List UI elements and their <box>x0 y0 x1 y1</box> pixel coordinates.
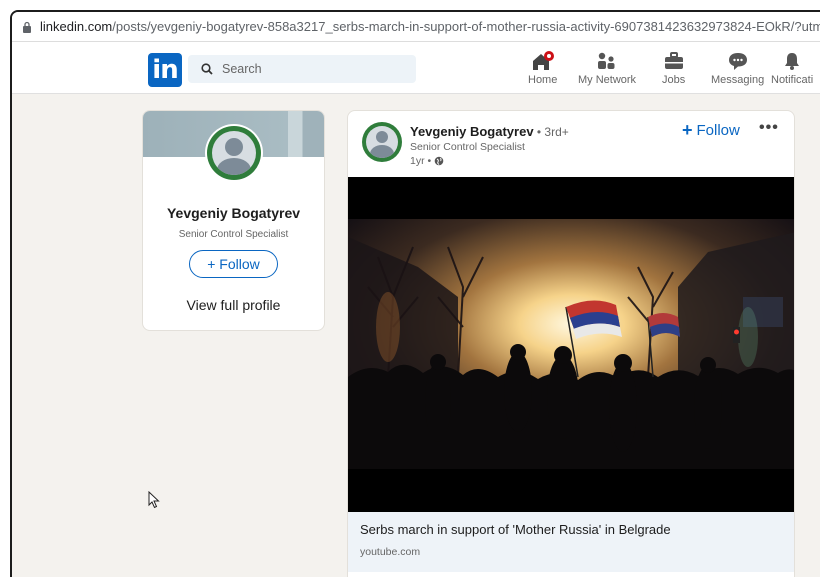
nav-home[interactable]: Home <box>528 50 557 90</box>
mouse-cursor-icon <box>148 491 160 509</box>
post-author-avatar[interactable] <box>362 122 402 162</box>
post-timestamp: 1yr • <box>410 155 444 167</box>
nav-jobs[interactable]: Jobs <box>662 50 685 90</box>
nav-messaging-label: Messaging <box>711 74 765 86</box>
post-video-thumbnail[interactable] <box>348 177 794 512</box>
nav-messaging[interactable]: Messaging <box>711 50 764 90</box>
profile-card: Yevgeniy Bogatyrev Senior Control Specia… <box>142 110 325 331</box>
profile-avatar[interactable] <box>205 124 263 182</box>
network-icon <box>596 50 618 72</box>
bell-icon <box>783 50 801 72</box>
nav-jobs-label: Jobs <box>662 74 686 86</box>
top-navbar: in Home <box>12 42 820 94</box>
link-preview[interactable]: Serbs march in support of 'Mother Russia… <box>348 512 794 572</box>
profile-title: Senior Control Specialist <box>178 229 289 240</box>
post-follow-button[interactable]: + Follow <box>682 121 740 139</box>
url-path: /posts/yevgeniy-bogatyrev-858a3217_serbs… <box>112 19 820 34</box>
linkedin-logo[interactable]: in <box>148 53 182 87</box>
link-domain: youtube.com <box>360 546 421 558</box>
search-icon <box>201 63 213 75</box>
search-input[interactable] <box>222 62 402 76</box>
nav-notifications[interactable]: Notificati <box>771 50 813 90</box>
messaging-icon <box>727 50 749 72</box>
globe-icon <box>434 156 444 166</box>
post-author-line: Yevgeniy Bogatyrev • 3rd+ <box>410 124 569 139</box>
post-follow-label: Follow <box>696 121 740 139</box>
post-author-title: Senior Control Specialist <box>410 141 525 153</box>
link-title[interactable]: Serbs march in support of 'Mother Russia… <box>360 522 784 537</box>
protest-march-image <box>348 177 794 512</box>
briefcase-icon <box>664 50 684 72</box>
browser-window: linkedin.com/posts/yevgeniy-bogatyrev-85… <box>10 10 820 577</box>
post-card: Yevgeniy Bogatyrev • 3rd+ Senior Control… <box>347 110 795 577</box>
nav-my-network-label: My Network <box>578 74 637 86</box>
post-time-text: 1yr • <box>410 155 432 167</box>
post-author-name[interactable]: Yevgeniy Bogatyrev <box>410 124 534 139</box>
profile-name[interactable]: Yevgeniy Bogatyrev <box>143 205 324 221</box>
lock-icon <box>23 21 31 33</box>
nav-my-network[interactable]: My Network <box>578 50 636 90</box>
view-full-profile-link[interactable]: View full profile <box>143 297 324 313</box>
profile-follow-button[interactable]: + Follow <box>189 250 278 278</box>
nav-notifications-label: Notificati <box>771 74 814 86</box>
more-options-button[interactable]: ••• <box>759 119 779 137</box>
nav-home-label: Home <box>528 74 558 86</box>
home-icon <box>530 50 556 72</box>
url-domain: linkedin.com <box>40 19 113 34</box>
search-box[interactable] <box>188 55 416 83</box>
address-bar[interactable]: linkedin.com/posts/yevgeniy-bogatyrev-85… <box>12 12 820 42</box>
post-author-degree: • 3rd+ <box>533 125 569 139</box>
plus-icon: + <box>682 120 693 140</box>
